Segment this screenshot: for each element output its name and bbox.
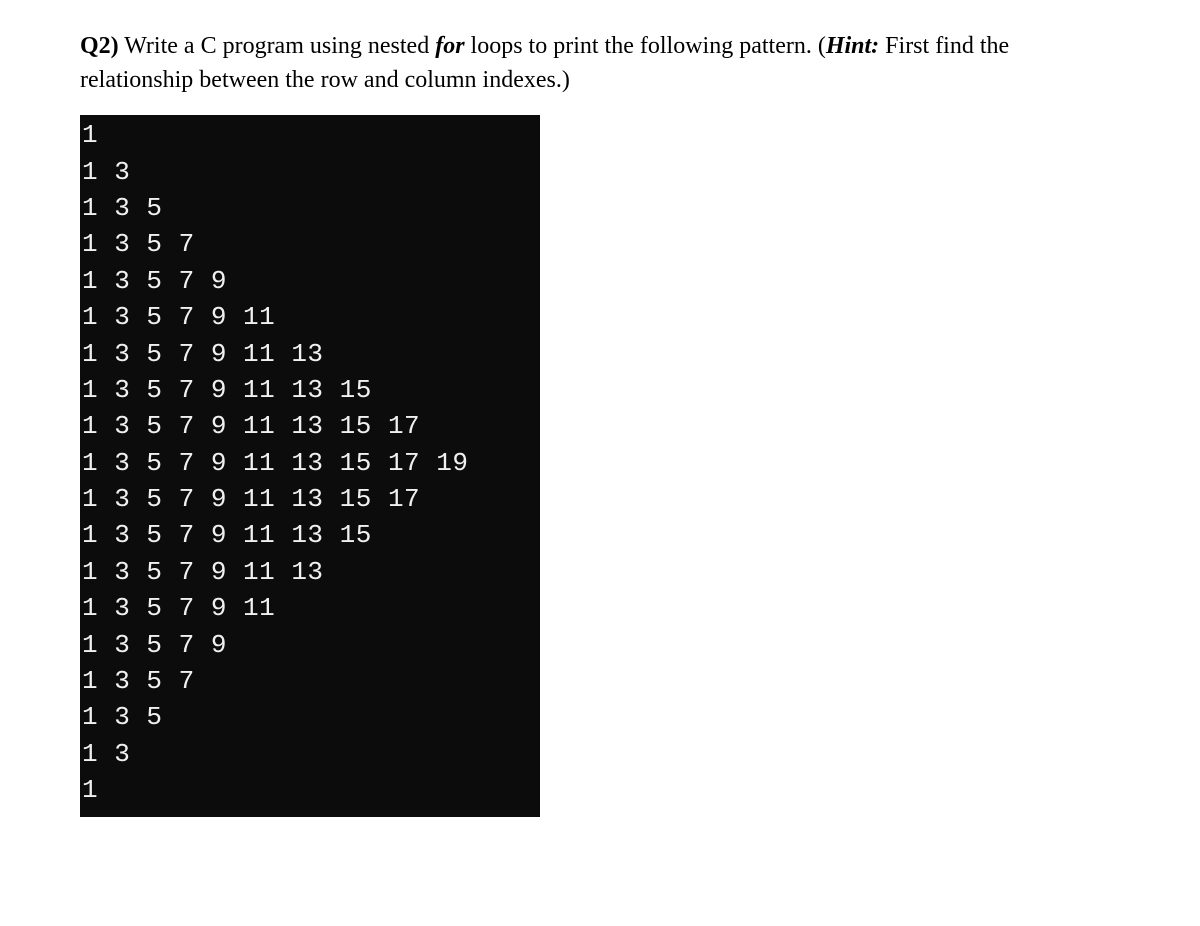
pattern-line: 1 3 5 7 9 11: [82, 593, 275, 623]
pattern-line: 1 3: [82, 739, 130, 769]
pattern-line: 1: [82, 120, 98, 150]
pattern-line: 1 3 5 7: [82, 229, 195, 259]
pattern-line: 1 3 5 7 9 11 13: [82, 339, 324, 369]
question-text-2: loops to print the following pattern. (: [465, 33, 826, 59]
pattern-line: 1 3 5 7 9 11 13: [82, 557, 324, 587]
pattern-line: 1 3 5 7 9 11: [82, 302, 275, 332]
pattern-line: 1 3 5 7 9: [82, 630, 227, 660]
pattern-line: 1 3 5 7 9: [82, 266, 227, 296]
pattern-line: 1 3 5 7 9 11 13 15: [82, 375, 372, 405]
pattern-line: 1 3 5: [82, 702, 163, 732]
for-keyword: for: [435, 33, 464, 59]
hint-label: Hint:: [826, 33, 879, 59]
pattern-line: 1 3: [82, 157, 130, 187]
pattern-line: 1 3 5 7: [82, 666, 195, 696]
question-prompt: Q2) Write a C program using nested for l…: [80, 30, 1120, 97]
pattern-line: 1: [82, 775, 98, 805]
pattern-line: 1 3 5 7 9 11 13 15 17: [82, 484, 420, 514]
pattern-line: 1 3 5: [82, 193, 163, 223]
pattern-line: 1 3 5 7 9 11 13 15 17: [82, 411, 420, 441]
pattern-line: 1 3 5 7 9 11 13 15 17 19: [82, 448, 468, 478]
question-text-1: Write a C program using nested: [119, 33, 436, 59]
pattern-line: 1 3 5 7 9 11 13 15: [82, 520, 372, 550]
output-pattern-block: 1 1 3 1 3 5 1 3 5 7 1 3 5 7 9 1 3 5 7 9 …: [80, 115, 540, 816]
question-label: Q2): [80, 33, 119, 59]
